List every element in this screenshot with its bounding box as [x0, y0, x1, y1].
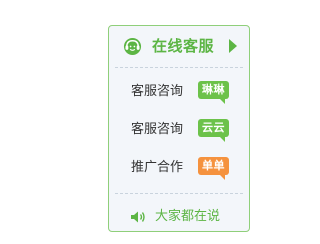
contact-row-dandan[interactable]: 推广合作 单单	[109, 156, 249, 180]
online-service-panel: 在线客服 客服咨询 琳琳 客服咨询 云云 推广合作 单单 大家都在说	[108, 25, 250, 232]
customer-service-icon	[123, 37, 142, 56]
contact-badge-yunyun[interactable]: 云云	[198, 119, 229, 142]
divider	[115, 193, 243, 194]
contact-badge-linlin[interactable]: 琳琳	[198, 81, 229, 104]
contact-label: 客服咨询	[131, 84, 184, 99]
footer-label: 大家都在说	[155, 209, 221, 224]
speaker-icon	[131, 211, 145, 223]
contact-row-yunyun[interactable]: 客服咨询 云云	[109, 118, 249, 142]
contact-label: 推广合作	[131, 160, 184, 175]
panel-header[interactable]: 在线客服	[109, 26, 249, 66]
contact-badge-dandan[interactable]: 单单	[198, 157, 229, 180]
contact-row-linlin[interactable]: 客服咨询 琳琳	[109, 80, 249, 104]
panel-title: 在线客服	[152, 37, 215, 55]
footer-link[interactable]: 大家都在说	[109, 202, 249, 230]
triangle-right-icon[interactable]	[229, 39, 237, 53]
contact-label: 客服咨询	[131, 122, 184, 137]
divider	[115, 67, 243, 68]
